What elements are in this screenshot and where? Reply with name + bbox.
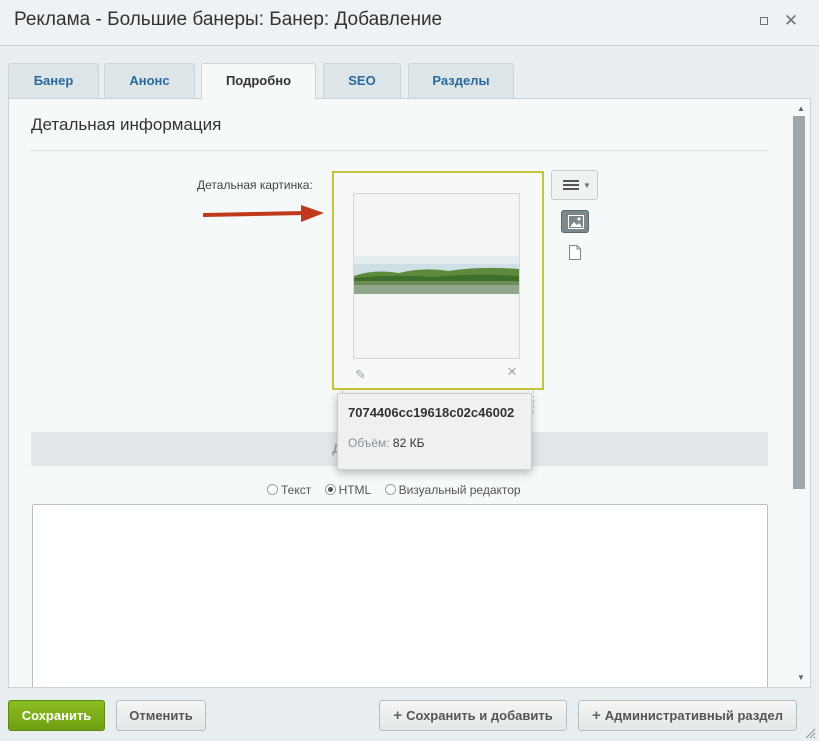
detail-image-label: Детальная картинка: — [197, 178, 313, 192]
vertical-scrollbar[interactable]: ▲ ▼ — [791, 99, 810, 687]
tab-details[interactable]: Подробно — [201, 63, 316, 99]
remove-image-icon[interactable]: × — [507, 363, 521, 380]
radio-text-label: Текст — [281, 483, 312, 497]
admin-section-button[interactable]: + Административный раздел — [578, 700, 797, 731]
scroll-down-icon[interactable]: ▼ — [797, 673, 805, 682]
admin-section-label: Административный раздел — [604, 708, 784, 723]
landscape-image — [354, 256, 519, 294]
radio-html-label: HTML — [338, 483, 372, 497]
file-icon[interactable] — [569, 245, 581, 260]
radio-html-option[interactable]: HTML — [324, 483, 372, 497]
save-and-add-label: Сохранить и добавить — [406, 708, 553, 723]
section-divider — [31, 150, 768, 151]
plus-icon: + — [591, 707, 601, 724]
tooltip-size: Объём: 82 КБ — [348, 436, 424, 450]
editor-mode-group: Текст HTML Визуальный редактор — [267, 483, 531, 499]
chevron-down-icon: ▼ — [583, 181, 591, 190]
tooltip-size-label: Объём: — [348, 436, 390, 450]
radio-visual-label: Визуальный редактор — [398, 483, 521, 497]
arrow-pointer-icon — [203, 205, 324, 222]
resize-grip-icon[interactable] — [804, 727, 816, 739]
maximize-icon[interactable] — [755, 12, 773, 30]
tooltip-filename: 7074406cc19618c02c46002 — [348, 405, 515, 420]
radio-visual-option[interactable]: Визуальный редактор — [384, 483, 521, 497]
file-info-tooltip: 7074406cc19618c02c46002 Объём: 82 КБ — [337, 393, 532, 470]
plus-icon: + — [393, 707, 403, 724]
scroll-up-icon[interactable]: ▲ — [797, 104, 805, 113]
tab-banner[interactable]: Банер — [8, 63, 99, 98]
detail-text-editor[interactable] — [32, 504, 768, 687]
cancel-button[interactable]: Отменить — [116, 700, 206, 731]
tooltip-size-value: 82 КБ — [392, 436, 425, 450]
close-icon[interactable]: ✕ — [782, 12, 800, 30]
section-title: Детальная информация — [31, 115, 222, 134]
tab-seo[interactable]: SEO — [323, 63, 401, 98]
image-menu-button[interactable]: ▼ — [551, 170, 598, 200]
dialog-titlebar: Реклама - Большие банеры: Банер: Добавле… — [0, 0, 819, 46]
radio-text[interactable] — [267, 484, 278, 495]
tab-sections[interactable]: Разделы — [408, 63, 514, 98]
tab-announce[interactable]: Анонс — [104, 63, 195, 98]
radio-visual[interactable] — [384, 484, 396, 495]
image-icon[interactable] — [561, 210, 589, 233]
save-and-add-button[interactable]: + Сохранить и добавить — [379, 700, 567, 731]
hamburger-menu-icon — [563, 180, 579, 190]
radio-text-option[interactable]: Текст — [267, 483, 311, 497]
pencil-icon[interactable]: ✎ — [355, 367, 369, 382]
dialog-title: Реклама - Большие банеры: Банер: Добавле… — [14, 9, 443, 30]
save-button[interactable]: Сохранить — [8, 700, 105, 731]
radio-html[interactable] — [324, 484, 336, 495]
tab-content-panel: Детальная информация Детальная картинка:… — [8, 98, 811, 688]
scrollbar-thumb[interactable] — [793, 116, 805, 489]
